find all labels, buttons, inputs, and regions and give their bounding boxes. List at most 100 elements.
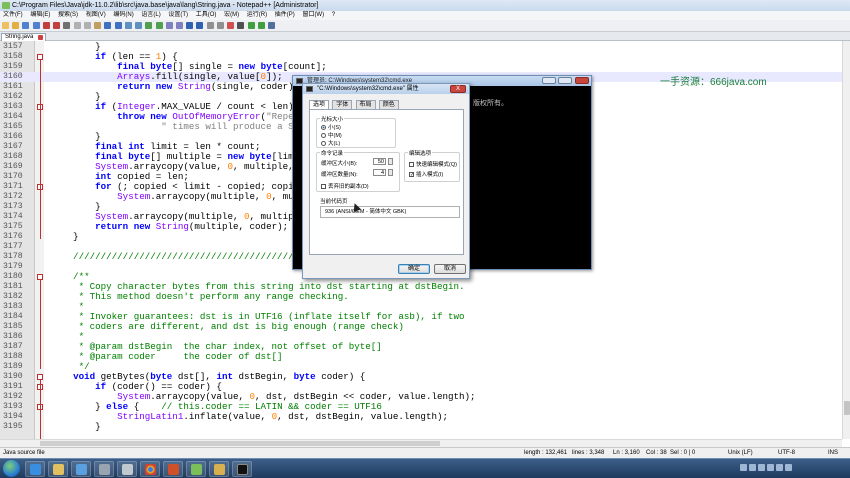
menu-search[interactable]: 搜索(S)	[55, 11, 81, 20]
taskbar-explorer[interactable]	[48, 461, 68, 477]
tray-icon[interactable]	[767, 464, 774, 471]
close-file-icon[interactable]	[42, 22, 50, 29]
ok-button[interactable]: 确定	[398, 264, 430, 274]
code-line[interactable]: 3188 * @param coder the coder of dst[]	[0, 352, 842, 362]
open-file-icon[interactable]	[12, 22, 20, 29]
close-all-icon[interactable]	[53, 22, 61, 29]
buffer-count-input[interactable]: 4	[373, 169, 386, 176]
line-number: 3182	[3, 292, 23, 301]
taskbar-cmd[interactable]	[232, 461, 252, 477]
zoom-out-icon[interactable]	[155, 22, 163, 29]
code-line[interactable]: 3195 }	[0, 422, 842, 432]
menu-plugins[interactable]: 插件(P)	[272, 11, 298, 20]
save-macro-icon[interactable]	[268, 22, 276, 29]
edit-options-label: 编辑选项	[408, 149, 433, 157]
discard-duplicates-checkbox[interactable]: 丢弃旧的副本(D)	[321, 182, 369, 190]
line-number: 3177	[3, 242, 23, 251]
menu-encoding[interactable]: 编码(N)	[110, 11, 136, 20]
record-macro-icon[interactable]	[227, 22, 235, 29]
close-tab-icon[interactable]	[38, 35, 43, 40]
taskbar-chrome[interactable]	[140, 461, 160, 477]
function-list-icon[interactable]	[216, 22, 224, 29]
quick-edit-checkbox[interactable]: 快速编辑模式(Q)	[409, 160, 457, 168]
menu-view[interactable]: 视图(V)	[83, 11, 109, 20]
dialog-close-button[interactable]: X	[450, 85, 466, 93]
menu-help[interactable]: ?	[329, 11, 338, 20]
zoom-in-icon[interactable]	[145, 22, 153, 29]
code-line[interactable]: 3194 StringLatin1.inflate(value, 0, dst,…	[0, 412, 842, 422]
taskbar-ie[interactable]	[25, 461, 45, 477]
close-icon[interactable]	[575, 77, 589, 84]
cursor-medium-radio[interactable]: 中(M)	[321, 131, 342, 139]
doc-map-icon[interactable]	[206, 22, 214, 29]
minimize-icon[interactable]	[542, 77, 556, 84]
save-icon[interactable]	[22, 22, 30, 29]
indent-guide-icon[interactable]	[196, 22, 204, 29]
vertical-scroll-thumb[interactable]	[844, 401, 850, 415]
tray-icon[interactable]	[740, 464, 747, 471]
cancel-button[interactable]: 取消	[434, 264, 466, 274]
cut-icon[interactable]	[73, 22, 81, 29]
insert-mode-checkbox[interactable]: ✓ 插入模式(I)	[409, 170, 443, 178]
taskbar-notepadpp[interactable]	[186, 461, 206, 477]
menu-window[interactable]: 窗口(W)	[299, 11, 327, 20]
menu-tools[interactable]: 工具(O)	[193, 11, 220, 20]
taskbar-folder2[interactable]	[209, 461, 229, 477]
menu-settings[interactable]: 设置(T)	[165, 11, 191, 20]
sync-scroll-icon[interactable]	[165, 22, 173, 29]
checkmark-icon: ✓	[409, 172, 415, 179]
copy-icon[interactable]	[83, 22, 91, 29]
clock[interactable]	[818, 461, 848, 476]
taskbar-media[interactable]	[71, 461, 91, 477]
paste-icon[interactable]	[94, 22, 102, 29]
tray-icon[interactable]	[749, 464, 756, 471]
run-macro-multiple-icon[interactable]	[257, 22, 265, 29]
taskbar-app[interactable]	[117, 461, 137, 477]
code-line[interactable]: 3185 * coders are different, and dst is …	[0, 322, 842, 332]
spinner-arrows-icon[interactable]	[388, 158, 393, 165]
cursor-large-radio[interactable]: 大(L)	[321, 139, 340, 147]
folder-icon	[53, 464, 64, 475]
menu-run[interactable]: 运行(R)	[244, 11, 270, 20]
show-all-chars-icon[interactable]	[186, 22, 194, 29]
start-button[interactable]	[3, 460, 20, 477]
find-icon[interactable]	[124, 22, 132, 29]
menu-macro[interactable]: 宏(M)	[221, 11, 242, 20]
replace-icon[interactable]	[135, 22, 143, 29]
cursor-small-radio[interactable]: 小(S)	[321, 123, 341, 131]
stop-macro-icon[interactable]	[237, 22, 245, 29]
volume-icon[interactable]	[776, 464, 783, 471]
tab-string-java[interactable]: String.java	[1, 33, 46, 41]
line-number: 3164	[3, 112, 23, 121]
play-macro-icon[interactable]	[247, 22, 255, 29]
dialog-title-bar[interactable]: "C:\Windows\system32\cmd.exe" 属性 X	[303, 84, 469, 94]
undo-icon[interactable]	[104, 22, 112, 29]
maximize-icon[interactable]	[558, 77, 572, 84]
line-number: 3195	[3, 422, 23, 431]
taskbar-tool[interactable]	[94, 461, 114, 477]
save-all-icon[interactable]	[32, 22, 40, 29]
horizontal-scroll-thumb[interactable]	[40, 441, 440, 446]
print-icon[interactable]	[63, 22, 71, 29]
line-number: 3157	[3, 42, 23, 51]
network-icon[interactable]	[785, 464, 792, 471]
taskbar-powerpoint[interactable]	[163, 461, 183, 477]
menu-edit[interactable]: 编辑(E)	[27, 11, 53, 20]
taskbar	[0, 458, 850, 478]
menu-language[interactable]: 语言(L)	[138, 11, 163, 20]
wrap-icon[interactable]	[175, 22, 183, 29]
tab-label: String.java	[5, 34, 34, 40]
horizontal-scrollbar[interactable]	[0, 439, 842, 447]
line-number: 3178	[3, 252, 23, 261]
code-line[interactable]: 3182 * This method doesn't perform any r…	[0, 292, 842, 302]
line-number: 3194	[3, 412, 23, 421]
vertical-scrollbar[interactable]	[842, 41, 850, 439]
line-number: 3159	[3, 62, 23, 71]
spinner-arrows-icon[interactable]	[388, 169, 393, 176]
buffer-size-input[interactable]: 50	[373, 158, 386, 165]
menu-file[interactable]: 文件(F)	[0, 11, 26, 20]
line-number: 3187	[3, 342, 23, 351]
new-file-icon[interactable]	[2, 22, 9, 29]
redo-icon[interactable]	[114, 22, 122, 29]
tray-icon[interactable]	[758, 464, 765, 471]
